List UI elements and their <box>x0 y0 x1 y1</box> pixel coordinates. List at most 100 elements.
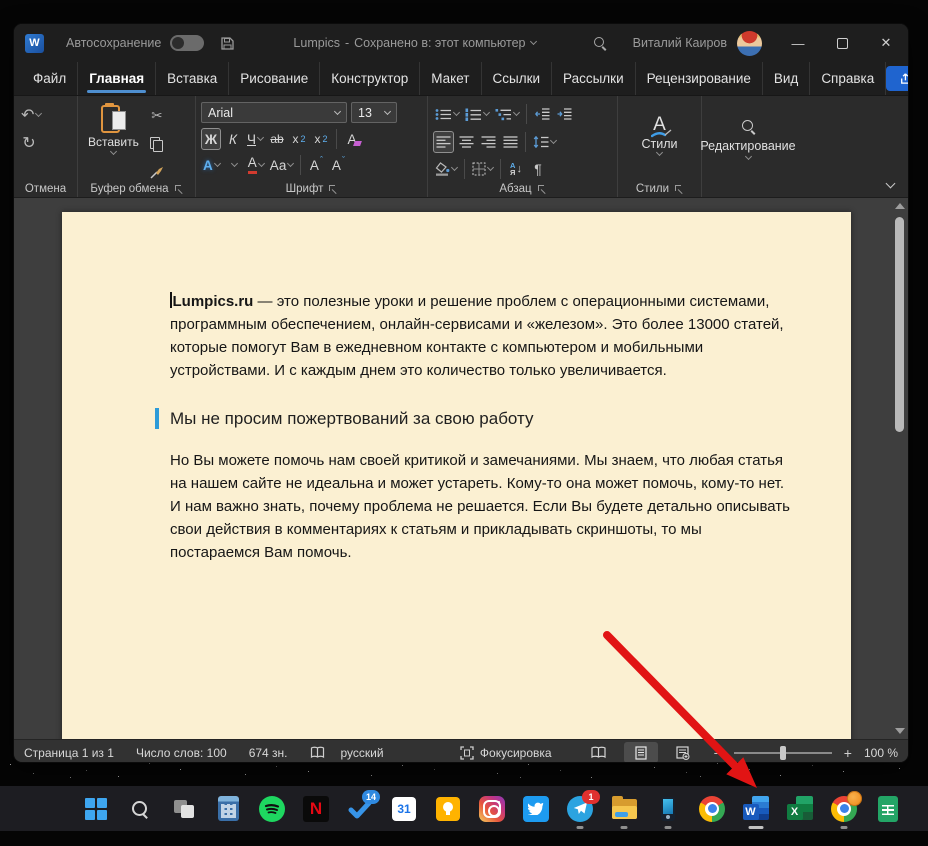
zoom-slider-thumb[interactable] <box>780 746 786 760</box>
web-layout-button[interactable] <box>666 742 700 762</box>
word-count[interactable]: Число слов: 100 <box>136 746 227 760</box>
avatar[interactable] <box>737 31 762 56</box>
numbered-list-button[interactable] <box>463 103 491 125</box>
superscript-button[interactable]: x2 <box>311 128 331 150</box>
tab-home[interactable]: Главная <box>78 62 156 95</box>
chrome-profile-button[interactable] <box>830 795 858 823</box>
underline-button[interactable]: Ч <box>245 128 265 150</box>
page-indicator[interactable]: Страница 1 из 1 <box>24 746 114 760</box>
share-button[interactable]: Поделиться <box>886 66 908 91</box>
italic-button[interactable]: К <box>223 128 243 150</box>
google-sheets-button[interactable] <box>874 795 902 823</box>
zoom-out-button[interactable]: − <box>712 745 724 761</box>
telegram-button[interactable]: 1 <box>566 795 594 823</box>
dialog-launcher-icon[interactable] <box>538 185 546 193</box>
clear-formatting-button[interactable]: А <box>342 128 362 150</box>
paragraph-1[interactable]: Lumpics.ru — это полезные уроки и решени… <box>170 290 792 382</box>
dialog-launcher-icon[interactable] <box>675 185 683 193</box>
editing-button[interactable]: Редактирование <box>702 96 794 182</box>
align-left-button[interactable] <box>433 131 454 153</box>
microsoft-todo-button[interactable]: 14 <box>346 795 374 823</box>
shrink-font-button[interactable]: Аˇ <box>328 154 348 176</box>
tab-draw[interactable]: Рисование <box>229 62 320 95</box>
bold-button[interactable]: Ж <box>201 128 221 150</box>
char-count[interactable]: 674 зн. <box>249 746 288 760</box>
redo-button[interactable]: ↻ <box>19 132 39 154</box>
maximize-button[interactable] <box>820 24 864 62</box>
format-painter-button[interactable] <box>147 161 167 183</box>
netflix-button[interactable]: N <box>302 795 330 823</box>
show-paragraph-marks-button[interactable]: ¶ <box>528 158 548 180</box>
excel-taskbar-button[interactable]: X <box>786 795 814 823</box>
tab-help[interactable]: Справка <box>810 62 886 95</box>
align-center-button[interactable] <box>456 131 476 153</box>
task-view-button[interactable] <box>170 795 198 823</box>
google-keep-button[interactable] <box>434 795 462 823</box>
font-color-button[interactable]: А <box>246 154 266 176</box>
sort-button[interactable]: АЯ ↓ <box>506 158 526 180</box>
document-page[interactable]: Lumpics.ru — это полезные уроки и решени… <box>62 212 851 739</box>
tab-design[interactable]: Конструктор <box>320 62 420 95</box>
shading-button[interactable] <box>433 158 459 180</box>
zoom-in-button[interactable]: + <box>842 745 854 761</box>
bullet-list-button[interactable] <box>433 103 461 125</box>
tab-view[interactable]: Вид <box>763 62 810 95</box>
taskbar-search-button[interactable] <box>126 795 154 823</box>
file-explorer-button[interactable] <box>610 795 638 823</box>
document-heading[interactable]: Мы не просим пожертвований за свою работ… <box>155 407 792 430</box>
decrease-indent-button[interactable] <box>532 103 552 125</box>
read-mode-button[interactable] <box>582 742 616 762</box>
calculator-button[interactable] <box>214 795 242 823</box>
paste-button[interactable]: Вставить <box>88 103 139 183</box>
styles-button[interactable]: А Стили <box>618 96 701 174</box>
start-button[interactable] <box>82 795 110 823</box>
multilevel-list-button[interactable] <box>493 103 521 125</box>
tab-insert[interactable]: Вставка <box>156 62 229 95</box>
word-taskbar-button[interactable]: W <box>742 795 770 823</box>
vertical-scrollbar[interactable] <box>892 200 907 737</box>
increase-indent-button[interactable] <box>554 103 574 125</box>
tab-layout[interactable]: Макет <box>420 62 481 95</box>
change-case-button[interactable]: Аа <box>268 154 296 176</box>
close-button[interactable]: ✕ <box>864 24 908 62</box>
scroll-up-icon[interactable] <box>895 203 905 209</box>
collapse-ribbon-chevron-icon[interactable] <box>886 179 896 189</box>
proofing-icon[interactable] <box>310 746 325 759</box>
borders-button[interactable] <box>470 158 495 180</box>
highlight-color-button[interactable] <box>224 154 244 176</box>
tab-review[interactable]: Рецензирование <box>636 62 763 95</box>
tab-file[interactable]: Файл <box>22 62 78 95</box>
chrome-button[interactable] <box>698 795 726 823</box>
tab-references[interactable]: Ссылки <box>482 62 553 95</box>
cut-button[interactable]: ✂ <box>147 105 167 127</box>
spotify-button[interactable] <box>258 795 286 823</box>
phone-link-button[interactable] <box>654 795 682 823</box>
copy-button[interactable] <box>147 133 167 155</box>
line-spacing-button[interactable] <box>531 131 558 153</box>
font-name-combo[interactable]: Arial <box>201 102 347 123</box>
zoom-slider[interactable] <box>734 752 832 754</box>
text-effects-button[interactable]: А <box>201 154 222 176</box>
align-right-button[interactable] <box>478 131 498 153</box>
dialog-launcher-icon[interactable] <box>329 185 337 193</box>
subscript-button[interactable]: x2 <box>289 128 309 150</box>
zoom-level[interactable]: 100 % <box>864 746 898 760</box>
scroll-down-icon[interactable] <box>895 728 905 734</box>
document-title[interactable]: Lumpics - Сохранено в: этот компьютер <box>235 36 593 50</box>
font-size-combo[interactable]: 13 <box>351 102 397 123</box>
word-app-icon[interactable]: W <box>25 34 44 53</box>
twitter-button[interactable] <box>522 795 550 823</box>
tab-mailings[interactable]: Рассылки <box>552 62 636 95</box>
focus-mode-button[interactable]: Фокусировка <box>460 746 552 760</box>
undo-button[interactable]: ↶ <box>19 104 43 126</box>
save-icon[interactable] <box>220 36 235 51</box>
dialog-launcher-icon[interactable] <box>175 185 183 193</box>
grow-font-button[interactable]: Аˆ <box>306 154 326 176</box>
scrollbar-thumb[interactable] <box>895 217 904 432</box>
paragraph-2[interactable]: Но Вы можете помочь нам своей критикой и… <box>170 449 792 564</box>
google-calendar-button[interactable]: 31 <box>390 795 418 823</box>
search-icon[interactable] <box>594 37 607 50</box>
print-layout-button[interactable] <box>624 742 658 762</box>
strikethrough-button[interactable]: ab <box>267 128 287 150</box>
instagram-button[interactable] <box>478 795 506 823</box>
